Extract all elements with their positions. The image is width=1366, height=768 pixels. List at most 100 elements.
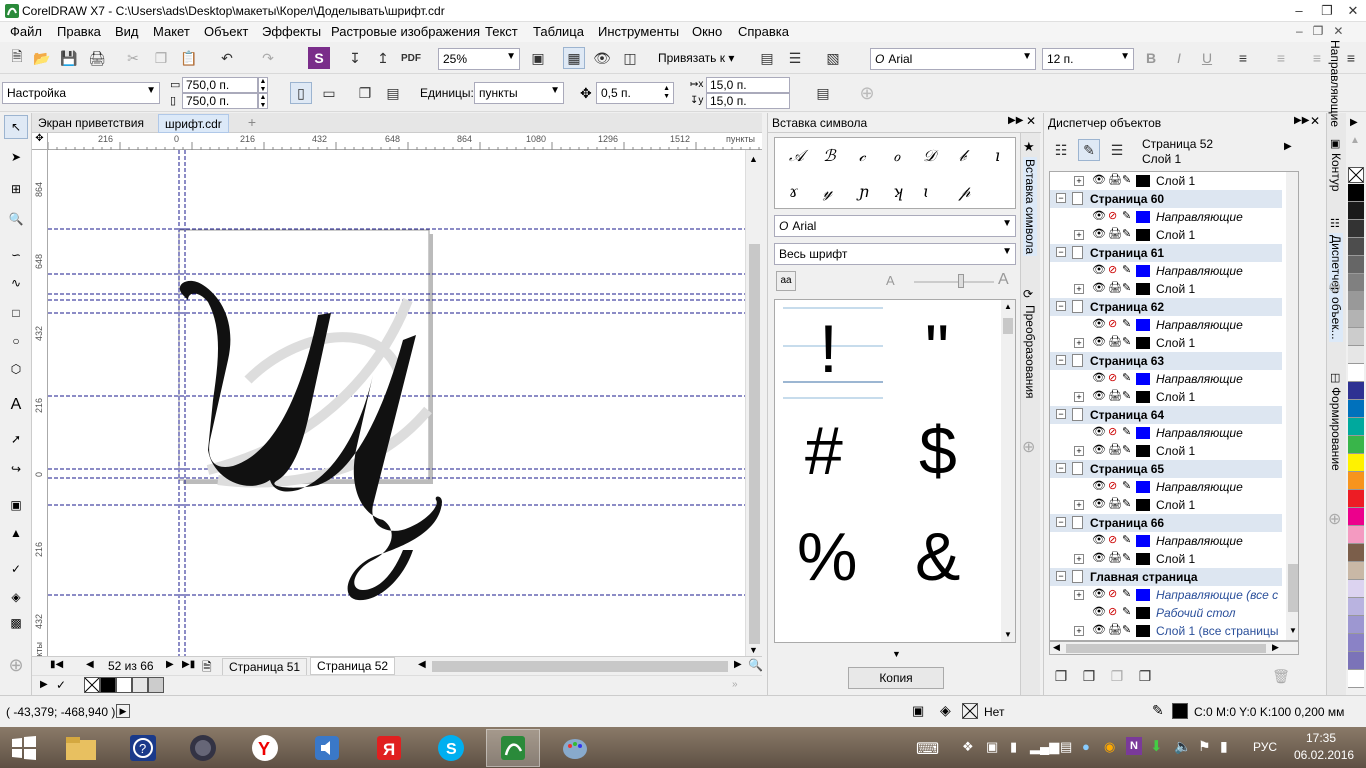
pencil-icon[interactable]: ✎ [1122,479,1131,492]
save-icon[interactable]: 💾 [58,47,80,69]
expand-icon[interactable]: + [1074,590,1084,600]
text-align-icon[interactable]: ≡ [1232,47,1254,69]
script-glyph[interactable]: ɩ [923,182,929,201]
gray-swatch[interactable] [132,677,148,693]
palette-color-swatch[interactable] [1348,400,1364,418]
edit-across-layers-icon[interactable]: ✎ [1078,139,1100,161]
palette-color-swatch[interactable] [1348,310,1364,328]
pick-tool-icon[interactable]: ↖ [4,115,28,139]
tree-layer-row[interactable]: + 👁 🖨 ✎ Слой 1 [1050,550,1282,568]
scroll-down-icon[interactable]: ▼ [1004,630,1012,639]
print-disabled-icon[interactable]: ⊘ [1108,209,1117,222]
print-disabled-icon[interactable]: ⊘ [1108,371,1117,384]
palette-color-swatch[interactable] [1348,670,1364,688]
width-spinner[interactable]: ▲ ▼ [258,77,268,93]
eye-icon[interactable]: 👁 [1092,605,1106,618]
print-disabled-icon[interactable]: ⊘ [1108,533,1117,546]
eye-icon[interactable]: 👁 [1092,479,1106,492]
pencil-icon[interactable]: ✎ [1122,551,1131,564]
script-glyph[interactable]: ʞ [893,182,903,201]
collapse-icon[interactable]: − [1056,301,1066,311]
print-disabled-icon[interactable]: ⊘ [1108,263,1117,276]
palette-arrow-icon[interactable]: ▶ [40,679,48,690]
palette-color-swatch[interactable] [1348,490,1364,508]
new-master-layer-odd-icon[interactable]: ❐ [1106,665,1128,687]
nudge-field[interactable]: 0,5 п. ▲ ▼ [596,82,674,104]
eye-icon[interactable]: 👁 [1092,425,1106,438]
new-icon[interactable]: 🗎 [6,47,28,69]
page-preset-select[interactable]: Настройка ▼ [2,82,160,104]
eye-icon[interactable]: 👁 [1092,533,1106,546]
clock-time[interactable]: 17:35 [1306,731,1336,745]
new-layer-icon[interactable]: ❐ [1050,665,1072,687]
pencil-icon[interactable]: ✎ [1122,497,1131,510]
columns-icon[interactable]: ≡ [1306,47,1328,69]
menu-window[interactable]: Окно [690,24,724,39]
no-color-swatch[interactable] [1348,167,1364,183]
horizontal-scrollbar-thumb[interactable] [432,661,728,672]
scroll-right-icon[interactable]: ▶ [1272,642,1279,653]
add-icon[interactable]: ⊕ [856,82,878,104]
underline-icon[interactable]: U [1196,47,1218,69]
printer-icon[interactable]: 🖨 [1108,173,1122,186]
collapse-icon[interactable]: − [1056,355,1066,365]
first-page-icon[interactable]: ▮◀ [50,659,63,670]
status-flyout-icon[interactable]: ▶ [116,704,130,718]
artistic-media-icon[interactable]: ∿ [4,271,28,295]
palette-flyout-icon[interactable]: ▶ [1350,117,1358,128]
open-icon[interactable]: 📂 [31,47,53,69]
show-properties-icon[interactable]: ☷ [1050,139,1072,161]
taskbar-browser-icon[interactable] [176,729,230,767]
scroll-down-icon[interactable]: ▼ [749,645,758,655]
palette-color-swatch[interactable] [1348,364,1364,382]
current-page-icon[interactable]: ▤ [382,82,404,104]
vertical-ruler[interactable]: 864 648 432 216 0 216 432 пункты [32,150,48,660]
symbol-font-select[interactable]: O Arial ▼ [774,215,1016,237]
zoom-tool-icon[interactable]: 🔍 [4,207,28,231]
scroll-left-icon[interactable]: ◀ [418,659,426,670]
print-disabled-icon[interactable]: ⊘ [1108,587,1117,600]
palette-color-swatch[interactable] [1348,238,1364,256]
collapse-icon[interactable]: − [1056,463,1066,473]
tab-insert-character[interactable]: Вставка символа [1023,157,1037,257]
palette-color-swatch[interactable] [1348,526,1364,544]
grid-icon[interactable]: ◫ [619,47,641,69]
expand-icon[interactable]: + [1074,626,1084,636]
flag-icon[interactable]: ⚑ [1198,738,1211,755]
printer-icon[interactable]: 🖨 [1108,497,1122,510]
printer-icon[interactable]: 🖨 [1108,281,1122,294]
page-tab[interactable]: Страница 51 [222,658,308,676]
print-disabled-icon[interactable]: ⊘ [1108,317,1117,330]
scroll-up-icon[interactable]: ▲ [749,154,758,164]
docker-close-icon[interactable]: ✕ [1026,114,1036,128]
zoom-in-glyph-icon[interactable]: A [998,271,1009,289]
tree-page-row[interactable]: − Страница 61 [1050,244,1282,262]
page-tab-active[interactable]: Страница 52 [310,657,396,675]
palette-color-swatch[interactable] [1348,472,1364,490]
tab-shaping[interactable]: Формирование [1329,387,1343,471]
glyph-cell[interactable]: ! [819,310,838,388]
tree-layer-row[interactable]: + 👁 🖨 ✎ Слой 1 [1050,388,1282,406]
parallel-dimension-icon[interactable]: ➚ [4,427,28,451]
drop-shadow-icon[interactable]: ▣ [4,493,28,517]
fill-none-swatch[interactable] [962,703,978,719]
palette-color-swatch[interactable] [1348,328,1364,346]
new-tab-icon[interactable]: + [244,114,260,132]
horizontal-ruler[interactable]: 216 0 216 432 648 864 1080 1296 1512 пун… [48,133,762,150]
text-tool-icon[interactable]: A [4,393,28,417]
tree-layer-row[interactable]: + 👁 🖨 ✎ Слой 1 [1050,334,1282,352]
scroll-right-icon[interactable]: ▶ [734,659,742,670]
tab-welcome-screen[interactable]: Экран приветствия [32,114,150,133]
printer-icon[interactable]: 🖨 [1108,551,1122,564]
pencil-icon[interactable]: ✎ [1122,335,1131,348]
odnoklassniki-icon[interactable]: ◉ [1104,739,1115,755]
cut-icon[interactable]: ✂ [122,47,144,69]
zoom-icon[interactable]: 🔍 [748,658,763,672]
collapse-icon[interactable]: − [1056,193,1066,203]
outline-color-swatch[interactable] [1172,703,1188,719]
palette-color-swatch[interactable] [1348,634,1364,652]
taskbar-skype-icon[interactable]: S [424,729,478,767]
eye-icon[interactable]: 👁 [1092,389,1106,402]
printer-icon[interactable]: 🖨 [1108,227,1122,240]
pencil-icon[interactable]: ✎ [1122,623,1131,636]
